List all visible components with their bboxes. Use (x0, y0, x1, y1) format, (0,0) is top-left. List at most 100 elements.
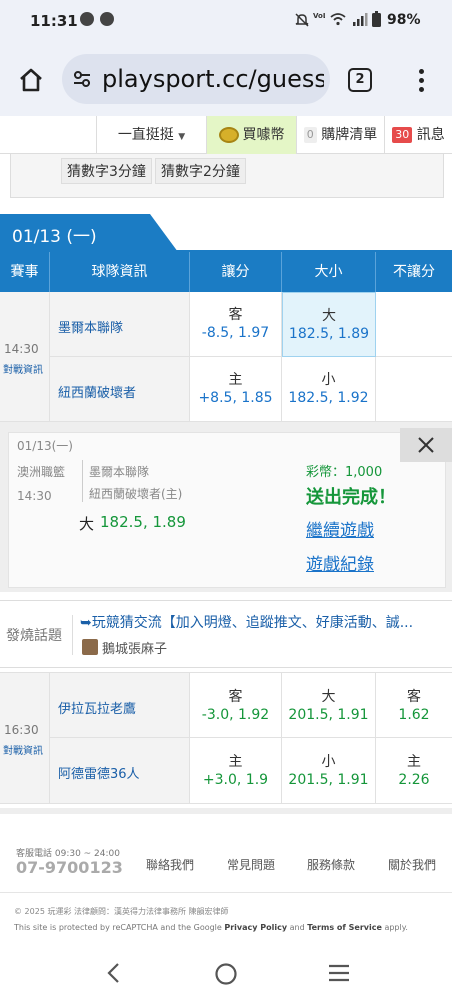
cart-count: 0 (303, 127, 317, 143)
match1-total-under[interactable]: 小 182.5, 1.92 (282, 357, 376, 422)
match2-time: 16:30 (4, 723, 39, 737)
privacy-link[interactable]: Privacy Policy (224, 923, 287, 932)
odds-value: +8.5, 1.85 (198, 390, 273, 406)
filter-label: 一直挺挺 (117, 127, 174, 143)
hot-topic-author[interactable]: 鵝城張麻子 (102, 638, 167, 657)
col-header-total: 大小 (282, 252, 376, 292)
match1-spread-away[interactable]: 客 -8.5, 1.97 (190, 292, 282, 357)
recaptcha-and: and (287, 923, 308, 932)
match2-moneyline-home[interactable]: 主 2.26 (376, 738, 452, 804)
game-tag[interactable]: 猜數字2分鐘 (155, 158, 246, 184)
match1-total-over-selected[interactable]: 大 182.5, 1.89 (282, 292, 376, 357)
match2-total-under[interactable]: 小 201.5, 1.91 (282, 738, 376, 804)
tab-switcher-button[interactable]: 2 (348, 68, 372, 92)
match2-away-team: 伊拉瓦拉老鷹 (50, 672, 190, 738)
odds-side: 主 (407, 754, 421, 770)
odds-value: 201.5, 1.91 (288, 707, 369, 723)
popup-league: 澳洲職籃 (17, 465, 66, 479)
system-nav-bar (0, 948, 452, 1000)
game-tags-box: 猜數字3分鐘 猜數字2分鐘 (10, 154, 444, 198)
recaptcha-apply: apply. (381, 923, 408, 932)
col-header-moneyline: 不讓分 (376, 252, 452, 292)
browser-menu-button[interactable] (414, 66, 428, 94)
popup-pick-value: 182.5, 1.89 (100, 513, 186, 531)
site-settings-icon[interactable] (72, 69, 92, 89)
home-icon[interactable] (17, 66, 45, 94)
team-name[interactable]: 伊拉瓦拉老鷹 (58, 698, 136, 717)
popup-coin: 彩幣：1,000 (306, 465, 383, 480)
popup-time: 14:30 (17, 489, 52, 503)
coin-icon (218, 127, 239, 143)
popup-team-home: 紐西蘭破壞者(主) (89, 487, 183, 501)
footer-link-contact[interactable]: 聯絡我們 (146, 856, 194, 873)
col-header-team: 球隊資訊 (50, 252, 190, 292)
game-tag[interactable]: 猜數字3分鐘 (61, 158, 152, 184)
odds-value: 2.26 (398, 772, 430, 788)
team-name[interactable]: 阿德雷德36人 (58, 763, 140, 782)
bet-confirmation-card (8, 432, 446, 588)
match1-moneyline-home (376, 357, 452, 422)
match1-away-team: 墨爾本聯隊 (50, 292, 190, 357)
site-nav: 一直挺挺 ▼ 買噱幣 0 購牌清單 30 訊息 (0, 116, 452, 154)
recaptcha-notice: This site is protected by reCAPTCHA and … (14, 923, 444, 932)
url-text: playsport.cc/guess/ (102, 65, 324, 93)
battery-percent: 98% (387, 12, 421, 28)
status-time: 11:31 (30, 12, 78, 30)
home-circle-icon[interactable] (214, 962, 238, 986)
match2-link[interactable]: 對戰資訊 (3, 742, 43, 757)
odds-value: 182.5, 1.89 (288, 326, 370, 342)
odds-side: 大 (322, 308, 336, 324)
terms-link[interactable]: Terms of Service (307, 923, 382, 932)
cart-button[interactable]: 0 購牌清單 (296, 116, 384, 154)
match2-moneyline-away[interactable]: 客 1.62 (376, 672, 452, 738)
team-name[interactable]: 墨爾本聯隊 (58, 317, 123, 336)
bet-confirmation-panel: 01/13(一) 澳洲職籃 14:30 墨爾本聯隊 紐西蘭破壞者(主) 大 18… (0, 422, 452, 592)
popup-pick-side: 大 (79, 515, 95, 533)
match2-spread-home[interactable]: 主 +3.0, 1.9 (190, 738, 282, 804)
filter-dropdown[interactable]: 一直挺挺 ▼ (96, 116, 206, 154)
match1-spread-home[interactable]: 主 +8.5, 1.85 (190, 357, 282, 422)
footer-link-terms[interactable]: 服務條款 (307, 856, 355, 873)
caret-down-icon: ▼ (178, 132, 186, 142)
hot-topic-divider (72, 615, 73, 655)
odds-value: 201.5, 1.91 (288, 772, 369, 788)
url-field[interactable]: playsport.cc/guess/ (62, 54, 330, 104)
message-button[interactable]: 30 訊息 (384, 116, 452, 154)
match2-total-over[interactable]: 大 201.5, 1.91 (282, 672, 376, 738)
team-name[interactable]: 紐西蘭破壞者 (58, 382, 136, 401)
popup-date: 01/13(一) (17, 439, 73, 453)
match1-info: 14:30 對戰資訊 (0, 292, 50, 422)
odds-side: 客 (228, 689, 243, 705)
footer-divider (0, 892, 452, 893)
match1-time: 14:30 (4, 342, 39, 356)
battery-icon (372, 11, 381, 27)
dot-icon (419, 69, 424, 74)
match1-link[interactable]: 對戰資訊 (3, 361, 43, 376)
back-icon[interactable] (104, 962, 122, 984)
recents-icon[interactable] (327, 963, 351, 983)
close-icon (418, 437, 434, 453)
popup-team-away: 墨爾本聯隊 (89, 465, 150, 479)
footer-link-about[interactable]: 關於我們 (388, 856, 436, 873)
message-label: 訊息 (416, 127, 445, 143)
message-count: 30 (392, 127, 413, 143)
date-tab-label[interactable]: 01/13 (一) (12, 222, 97, 247)
dot-icon (419, 78, 424, 83)
footer-link-faq[interactable]: 常見問題 (227, 856, 275, 873)
buy-coin-button[interactable]: 買噱幣 (206, 116, 296, 154)
buy-coin-label: 買噱幣 (242, 127, 285, 143)
continue-game-link[interactable]: 繼續遊戲 (306, 516, 374, 541)
site-footer: 客服電話 09:30 ~ 24:00 07-9700123 聯絡我們 常見問題 … (0, 808, 452, 948)
cart-label: 購牌清單 (321, 127, 378, 143)
odds-side: 大 (321, 689, 336, 705)
service-phone[interactable]: 07-9700123 (16, 858, 123, 877)
odds-value: +3.0, 1.9 (202, 772, 269, 788)
date-tab-bar: 01/13 (一) (0, 214, 452, 252)
game-record-link[interactable]: 遊戲紀錄 (306, 550, 374, 575)
close-popup-button[interactable] (400, 428, 452, 462)
match2-spread-away[interactable]: 客 -3.0, 1.92 (190, 672, 282, 738)
signal-icon (353, 13, 368, 26)
odds-side: 小 (321, 754, 336, 770)
odds-side: 主 (228, 754, 243, 770)
hot-topic-title[interactable]: ➥玩競猜交流【加入明燈、追蹤推文、好康活動、誠... (80, 612, 446, 632)
